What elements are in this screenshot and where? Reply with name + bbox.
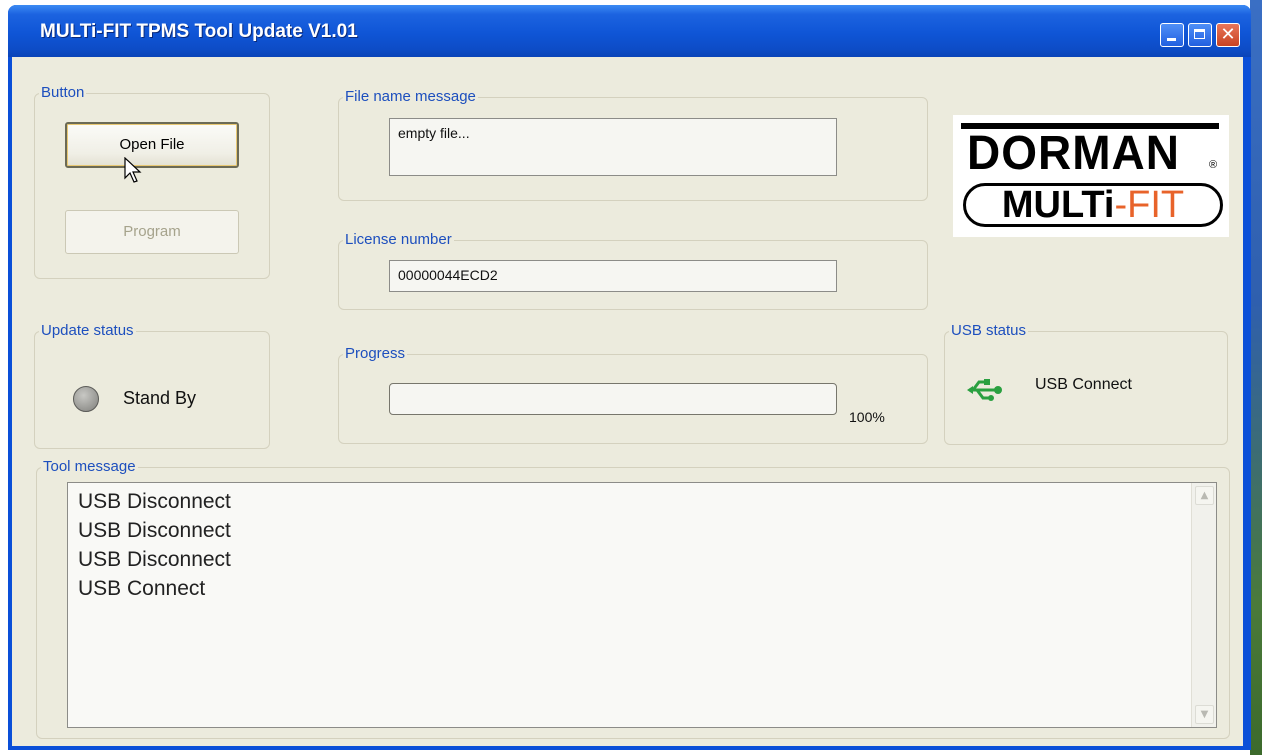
tool-message-log[interactable]: USB Disconnect USB Disconnect USB Disconne… — [67, 482, 1217, 728]
program-button[interactable]: Program — [65, 210, 239, 254]
app-window: MULTi-FIT TPMS Tool Update V1.01 ✕ Butto… — [8, 5, 1251, 750]
usb-status-label: USB status — [949, 322, 1029, 340]
status-led-indicator — [73, 386, 99, 412]
dorman-multifit-logo: DORMAN ® MULTi-FIT — [953, 115, 1229, 237]
mouse-cursor-icon — [124, 157, 142, 183]
update-status-text: Stand By — [123, 388, 197, 408]
button-group-label: Button — [39, 84, 87, 102]
vertical-scrollbar[interactable]: ▲ ▼ — [1191, 483, 1216, 727]
update-status-group: Update status Stand By — [34, 322, 270, 449]
logo-multi-text: MULTi — [1001, 184, 1115, 226]
progress-percent: 100% — [849, 409, 885, 425]
close-icon: ✕ — [1220, 24, 1236, 45]
logo-fit-text: -FIT — [1114, 184, 1185, 226]
minimize-button[interactable] — [1160, 23, 1184, 47]
usb-status-text: USB Connect — [1035, 376, 1132, 393]
update-status-label: Update status — [39, 322, 136, 340]
open-file-button[interactable]: Open File — [65, 122, 239, 168]
maximize-button[interactable] — [1188, 23, 1212, 47]
message-line: USB Connect — [78, 577, 206, 600]
usb-icon — [967, 379, 1002, 401]
message-line: USB Disconnect — [78, 519, 231, 542]
button-group: Button Open File Program — [34, 84, 270, 279]
progress-bar — [389, 383, 837, 415]
minimize-icon — [1167, 38, 1176, 41]
progress-group: Progress 100% — [338, 345, 928, 444]
title-bar[interactable]: MULTi-FIT TPMS Tool Update V1.01 ✕ — [8, 5, 1251, 57]
tool-message-group: Tool message USB Disconnect USB Disconnec… — [36, 458, 1230, 739]
license-group: License number 00000044ECD2 — [338, 231, 928, 310]
close-button[interactable]: ✕ — [1216, 23, 1240, 47]
desktop-background — [1250, 0, 1262, 755]
scroll-down-icon[interactable]: ▼ — [1195, 705, 1214, 724]
tool-message-label: Tool message — [41, 458, 138, 476]
multifit-wordmark: MULTi-FIT — [963, 183, 1223, 227]
file-name-label: File name message — [343, 88, 478, 106]
progress-label: Progress — [343, 345, 408, 363]
license-label: License number — [343, 231, 454, 249]
license-number-field[interactable]: 00000044ECD2 — [389, 260, 837, 292]
scroll-up-icon[interactable]: ▲ — [1195, 486, 1214, 505]
message-line: USB Disconnect — [78, 548, 231, 571]
client-area: Button Open File Program File name messa… — [12, 57, 1243, 746]
window-title: MULTi-FIT TPMS Tool Update V1.01 — [40, 21, 358, 42]
message-line: USB Disconnect — [78, 490, 231, 513]
usb-status-group: USB status USB Connect — [944, 322, 1228, 445]
logo-registered-mark: ® — [1209, 159, 1218, 171]
dorman-wordmark: DORMAN ® — [961, 123, 1219, 180]
maximize-icon — [1194, 29, 1205, 39]
file-name-field[interactable]: empty file... — [389, 118, 837, 176]
logo-brand-top: DORMAN — [967, 124, 1180, 180]
file-name-group: File name message empty file... — [338, 88, 928, 201]
message-lines: USB Disconnect USB Disconnect USB Disconne… — [78, 487, 231, 603]
